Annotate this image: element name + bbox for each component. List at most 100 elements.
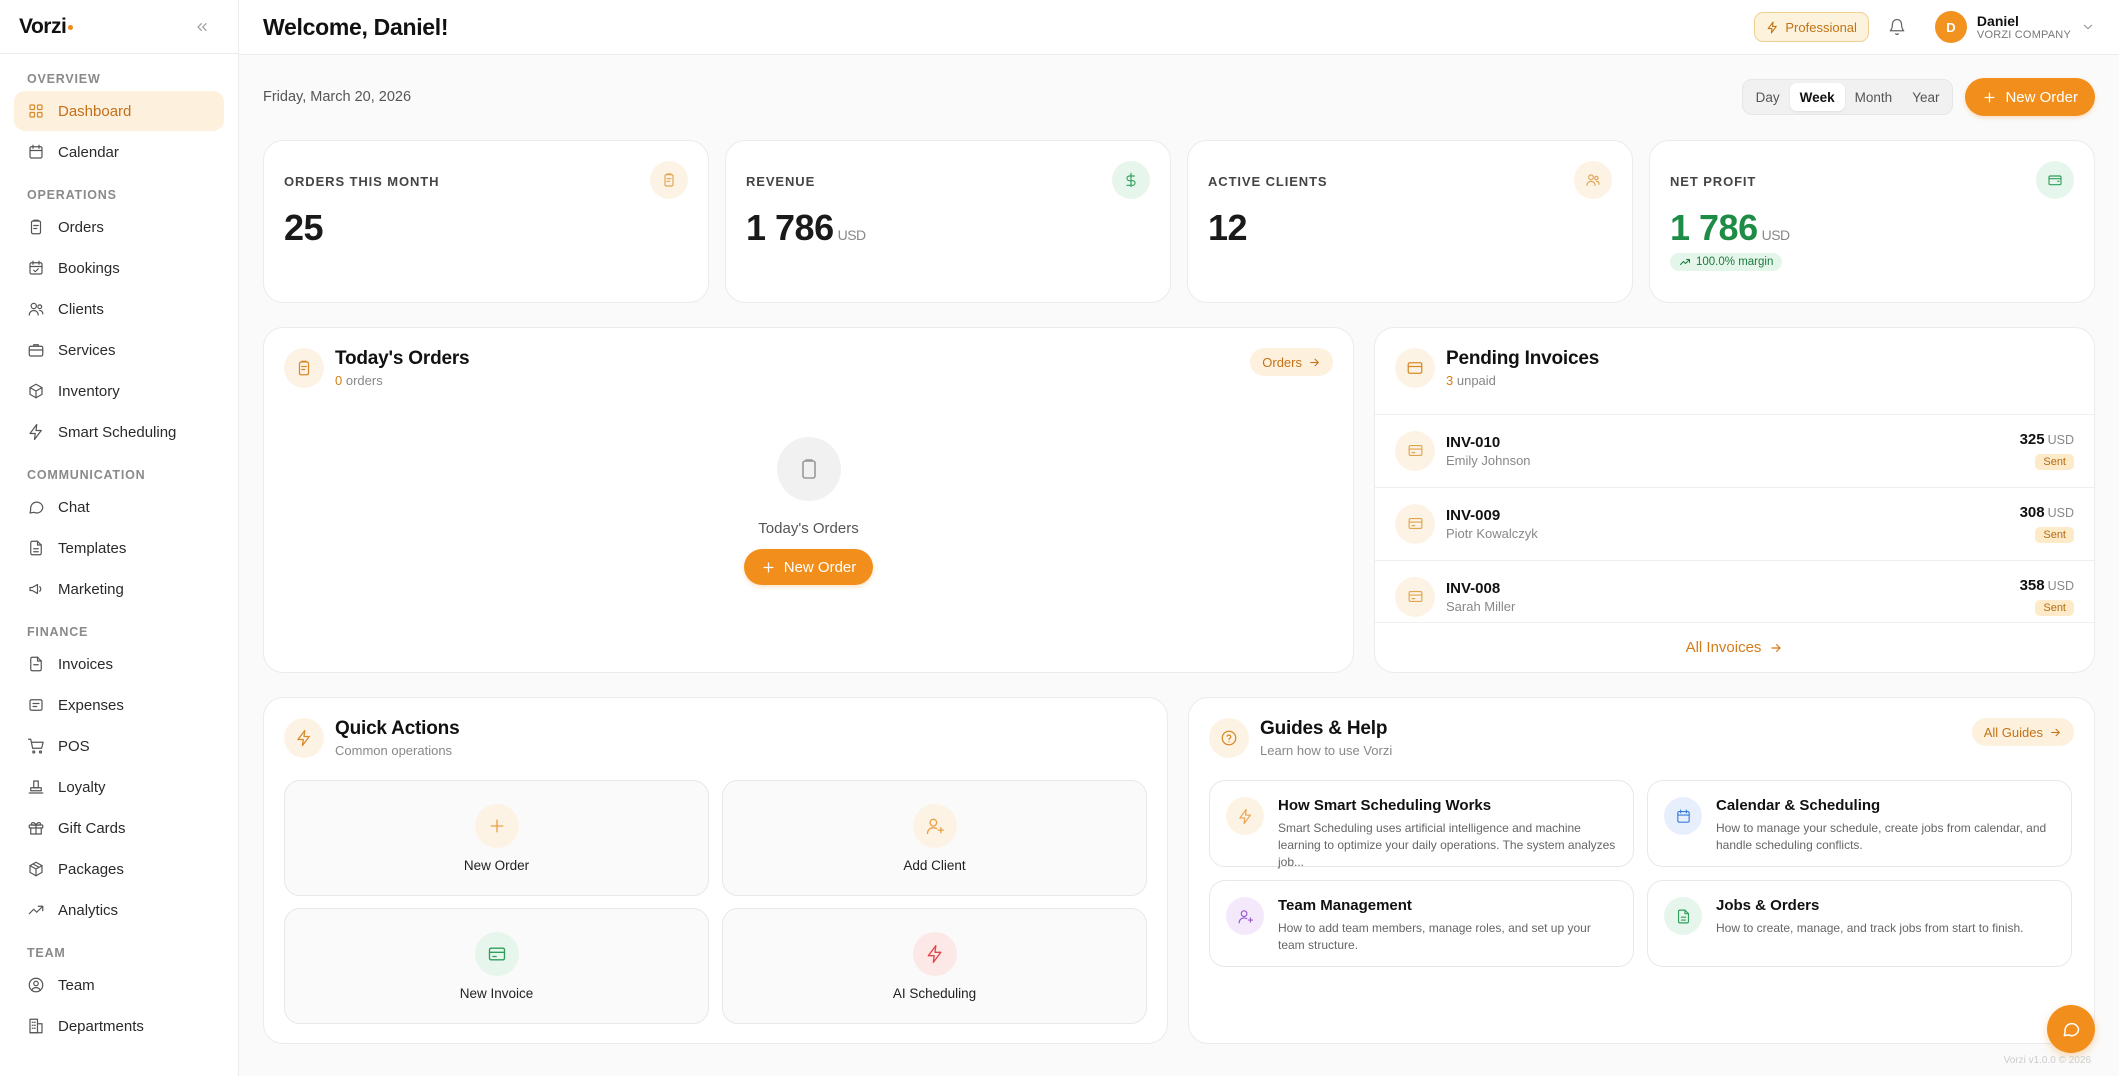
stat-label: ORDERS THIS MONTH	[284, 174, 440, 189]
period-month[interactable]: Month	[1845, 83, 1903, 111]
todays-orders-panel: Today's Orders 0 orders Orders Today's O…	[263, 327, 1354, 673]
package-icon	[27, 860, 45, 878]
guides-panel: Guides & Help Learn how to use Vorzi All…	[1188, 697, 2095, 1044]
quick-action-add-client[interactable]: Add Client	[722, 780, 1147, 896]
guide-description: Smart Scheduling uses artificial intelli…	[1278, 821, 1616, 869]
guide-title: Jobs & Orders	[1716, 897, 1820, 914]
stat-card-revenue: REVENUE 1 786 USD	[725, 140, 1171, 303]
chevron-down-icon	[2081, 20, 2095, 34]
stat-unit: USD	[1761, 227, 1791, 243]
stat-value: 1 786 USD	[1670, 207, 1791, 248]
sidebar-item-inventory[interactable]: Inventory	[14, 371, 224, 411]
sidebar-item-label: Smart Scheduling	[58, 423, 177, 441]
user-name: Daniel	[1976, 12, 2019, 29]
stat-label: ACTIVE CLIENTS	[1208, 174, 1328, 189]
guide-card-team-management[interactable]: Team Management How to add team members, …	[1209, 880, 1634, 967]
period-year[interactable]: Year	[1902, 83, 1949, 111]
main-content: Friday, March 20, 2026 Day Week Month Year …	[263, 55, 2095, 1044]
stat-unit: USD	[837, 227, 867, 243]
sidebar-item-smart-scheduling[interactable]: Smart Scheduling	[14, 412, 224, 452]
quick-action-ai-scheduling[interactable]: AI Scheduling	[722, 908, 1147, 1024]
clipboard-icon	[776, 437, 841, 501]
zap-icon	[284, 718, 324, 758]
sidebar-item-pos[interactable]: POS	[14, 726, 224, 766]
plus-icon	[761, 560, 776, 575]
nav-section-communication: COMMUNICATION	[27, 468, 146, 482]
receipt-icon	[27, 696, 45, 714]
stat-value: 1 786 USD	[746, 207, 867, 248]
sidebar: Vorzi OVERVIEW Dashboard Calendar OPERATION…	[0, 0, 239, 1076]
quick-action-new-order[interactable]: New Order	[284, 780, 709, 896]
panel-subtitle: 0 orders	[335, 373, 383, 388]
brand-logo[interactable]: Vorzi	[19, 15, 74, 39]
sidebar-item-analytics[interactable]: Analytics	[14, 890, 224, 930]
nav-section-operations: OPERATIONS	[27, 188, 117, 202]
stat-card-orders-this-month: ORDERS THIS MONTH 25	[263, 140, 709, 303]
all-invoices-label: All Invoices	[1685, 639, 1762, 656]
collapse-sidebar-icon[interactable]	[194, 19, 210, 35]
sidebar-item-templates[interactable]: Templates	[14, 528, 224, 568]
sidebar-item-bookings[interactable]: Bookings	[14, 248, 224, 288]
guide-description: How to manage your schedule, create jobs…	[1716, 821, 2047, 852]
sidebar-item-team[interactable]: Team	[14, 965, 224, 1005]
panel-title: Guides & Help	[1260, 718, 1388, 739]
help-circle-icon	[1209, 718, 1249, 758]
stat-label: NET PROFIT	[1670, 174, 1757, 189]
all-guides-label: All Guides	[1983, 724, 2043, 740]
user-menu[interactable]: D Daniel VORZI COMPANY	[1934, 11, 2095, 43]
sidebar-item-orders[interactable]: Orders	[14, 207, 224, 247]
plan-badge[interactable]: Professional	[1754, 12, 1869, 42]
empty-new-order-label: New Order	[783, 558, 857, 576]
guide-card-jobs-orders[interactable]: Jobs & Orders How to create, manage, and …	[1647, 880, 2072, 967]
page-title: Welcome, Daniel!	[263, 13, 449, 40]
panel-title: Quick Actions	[335, 718, 460, 739]
sidebar-item-clients[interactable]: Clients	[14, 289, 224, 329]
sidebar-item-invoices[interactable]: Invoices	[14, 644, 224, 684]
grid-icon	[27, 102, 45, 120]
bell-icon[interactable]	[1888, 18, 1906, 36]
guide-card-calendar-scheduling[interactable]: Calendar & Scheduling How to manage your …	[1647, 780, 2072, 867]
invoice-id: INV-010	[1446, 433, 1501, 451]
sidebar-item-calendar[interactable]: Calendar	[14, 132, 224, 172]
empty-state: Today's Orders New Order	[264, 437, 1353, 585]
credit-card-icon	[1395, 503, 1435, 544]
calendar-icon	[1664, 797, 1702, 835]
sidebar-item-gift-cards[interactable]: Gift Cards	[14, 808, 224, 848]
wallet-icon	[2036, 161, 2074, 199]
sidebar-item-dashboard[interactable]: Dashboard	[14, 91, 224, 131]
sidebar-item-marketing[interactable]: Marketing	[14, 569, 224, 609]
quick-action-label: New Order	[463, 857, 530, 873]
all-guides-link[interactable]: All Guides	[1971, 718, 2074, 746]
sidebar-item-packages[interactable]: Packages	[14, 849, 224, 889]
quick-action-new-invoice[interactable]: New Invoice	[284, 908, 709, 1024]
sidebar-item-expenses[interactable]: Expenses	[14, 685, 224, 725]
sidebar-item-services[interactable]: Services	[14, 330, 224, 370]
period-week[interactable]: Week	[1789, 83, 1845, 111]
stat-label: REVENUE	[746, 174, 816, 189]
invoice-row[interactable]: INV-009 Piotr Kowalczyk 308 USD Sent	[1375, 487, 2094, 559]
guide-description: How to add team members, manage roles, a…	[1278, 921, 1591, 952]
guide-card-how-smart-scheduling-works[interactable]: How Smart Scheduling Works Smart Scheduli…	[1209, 780, 1634, 869]
sidebar-item-label: Invoices	[58, 655, 114, 673]
new-order-label: New Order	[2005, 88, 2078, 106]
period-day[interactable]: Day	[1746, 83, 1790, 111]
invoice-client: Sarah Miller	[1446, 598, 1516, 614]
chat-icon	[27, 498, 45, 516]
empty-new-order-button[interactable]: New Order	[743, 549, 874, 585]
new-order-button[interactable]: New Order	[1965, 78, 2095, 116]
user-circle-icon	[27, 976, 45, 994]
credit-card-icon	[1395, 430, 1435, 471]
guide-title: How Smart Scheduling Works	[1278, 797, 1492, 814]
guide-description: How to create, manage, and track jobs fr…	[1716, 921, 2024, 935]
orders-link[interactable]: Orders	[1250, 348, 1333, 376]
panel-title: Pending Invoices	[1446, 348, 1600, 369]
trend-icon	[27, 901, 45, 919]
chat-fab-button[interactable]	[2047, 1005, 2095, 1053]
invoice-row[interactable]: INV-010 Emily Johnson 325 USD Sent	[1375, 414, 2094, 486]
arrow-right-icon	[1769, 641, 1783, 655]
pending-invoices-panel: Pending Invoices 3 unpaid INV-010 Emily J…	[1374, 327, 2095, 673]
sidebar-item-loyalty[interactable]: Loyalty	[14, 767, 224, 807]
sidebar-item-departments[interactable]: Departments	[14, 1006, 224, 1046]
sidebar-item-chat[interactable]: Chat	[14, 487, 224, 527]
all-invoices-link[interactable]: All Invoices	[1375, 622, 2094, 672]
